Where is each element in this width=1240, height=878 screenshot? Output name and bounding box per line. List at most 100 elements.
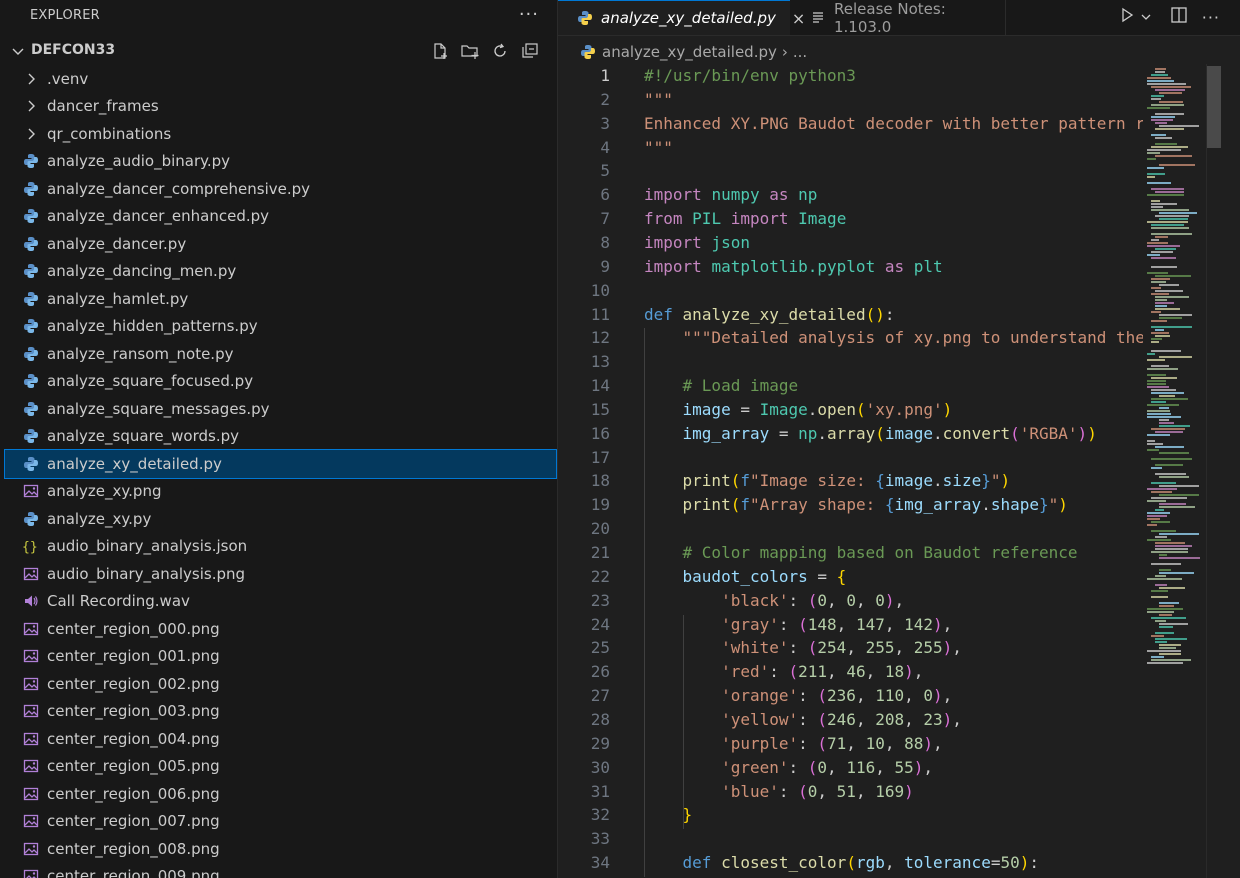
minimap-line	[1147, 80, 1174, 82]
breadcrumb-file[interactable]: analyze_xy_detailed.py	[602, 43, 777, 61]
tree-file[interactable]: analyze_dancer.py	[0, 230, 557, 258]
minimap-line	[1159, 476, 1189, 478]
tree-file[interactable]: center_region_001.png	[0, 643, 557, 671]
minimap-line	[1147, 254, 1160, 256]
tree-item-label: analyze_square_messages.py	[47, 399, 270, 418]
minimap-line	[1159, 212, 1197, 214]
minimap-line	[1151, 266, 1177, 268]
code-line: 'black': (0, 0, 0),	[721, 590, 905, 610]
tree-file[interactable]: analyze_ransom_note.py	[0, 340, 557, 368]
explorer-title: EXPLORER	[30, 8, 100, 23]
tree-item-label: .venv	[47, 69, 89, 88]
tree-file[interactable]: Call Recording.wav	[0, 588, 557, 616]
minimap-line	[1151, 119, 1173, 121]
tree-file[interactable]: center_region_004.png	[0, 725, 557, 753]
vertical-scrollbar[interactable]	[1206, 64, 1221, 878]
line-number: 30	[590, 757, 610, 777]
tree-file[interactable]: center_region_007.png	[0, 808, 557, 836]
more-actions-icon[interactable]: ···	[1202, 8, 1220, 27]
minimap-line	[1155, 548, 1188, 550]
run-icon[interactable]	[1118, 6, 1136, 28]
chevron-right-icon[interactable]	[22, 70, 40, 88]
minimap-line	[1151, 617, 1186, 619]
tree-item-label: dancer_frames	[47, 97, 159, 116]
minimap-line	[1159, 284, 1179, 286]
tab-release-notes[interactable]: Release Notes: 1.103.0	[791, 0, 1006, 36]
code-line: import numpy as np	[644, 185, 818, 205]
tree-file[interactable]: center_region_005.png	[0, 753, 557, 781]
tab-analyze-xy-detailed[interactable]: analyze_xy_detailed.py ×	[558, 0, 805, 35]
tree-file[interactable]: center_region_002.png	[0, 670, 557, 698]
chevron-down-icon[interactable]	[10, 43, 26, 59]
code-line: from PIL import Image	[644, 209, 847, 229]
minimap-line	[1147, 515, 1167, 517]
tree-file[interactable]: analyze_xy.png	[0, 478, 557, 506]
tree-file[interactable]: audio_binary_analysis.png	[0, 560, 557, 588]
explorer-more-icon[interactable]: ···	[519, 4, 539, 25]
new-folder-icon[interactable]	[461, 42, 479, 60]
minimap-line	[1159, 647, 1176, 649]
line-number: 13	[590, 352, 610, 372]
tree-file[interactable]: analyze_dancer_comprehensive.py	[0, 175, 557, 203]
minimap-line	[1159, 503, 1186, 505]
image-file-icon	[22, 840, 40, 858]
tree-file[interactable]: analyze_hamlet.py	[0, 285, 557, 313]
line-number: 18	[590, 471, 610, 491]
tree-item-label: center_region_006.png	[47, 784, 220, 803]
new-file-icon[interactable]	[431, 42, 449, 60]
breadcrumb-separator: ›	[781, 43, 788, 61]
minimap-line	[1159, 572, 1194, 574]
chevron-right-icon[interactable]	[22, 125, 40, 143]
workspace-folder-header[interactable]: DEFCON33	[0, 38, 557, 64]
tree-file[interactable]: center_region_000.png	[0, 615, 557, 643]
tree-file[interactable]: center_region_009.png	[0, 863, 557, 878]
tree-file[interactable]: analyze_dancing_men.py	[0, 258, 557, 286]
tree-file[interactable]: analyze_square_focused.py	[0, 368, 557, 396]
minimap-line	[1155, 632, 1174, 634]
minimap-line	[1147, 107, 1170, 109]
code-editor[interactable]: 1 #!/usr/bin/env python3 2 """ 3 Enhanced XY.…	[558, 64, 1143, 878]
code-line: import json	[644, 232, 750, 252]
chevron-down-icon[interactable]	[1140, 8, 1152, 27]
tree-file[interactable]: center_region_003.png	[0, 698, 557, 726]
python-file-icon	[22, 180, 40, 198]
minimap-line	[1151, 200, 1160, 202]
tab-label: Release Notes: 1.103.0	[834, 0, 946, 36]
line-number: 8	[600, 232, 610, 252]
code-line: # Load image	[682, 376, 799, 396]
minimap-line	[1155, 329, 1164, 331]
minimap[interactable]	[1143, 64, 1205, 878]
tree-file[interactable]: center_region_006.png	[0, 780, 557, 808]
minimap-line	[1151, 389, 1176, 391]
tree-folder[interactable]: .venv	[0, 65, 557, 93]
tree-folder[interactable]: dancer_frames	[0, 93, 557, 121]
minimap-line	[1159, 92, 1182, 94]
tree-file[interactable]: analyze_square_messages.py	[0, 395, 557, 423]
chevron-right-icon[interactable]	[22, 97, 40, 115]
tree-file[interactable]: analyze_audio_binary.py	[0, 148, 557, 176]
breadcrumb-symbol[interactable]: ...	[793, 43, 807, 61]
line-number: 29	[590, 733, 610, 753]
code-line: def closest_color(rgb, tolerance=50):	[682, 853, 1040, 873]
minimap-line	[1147, 245, 1180, 247]
tree-file[interactable]: analyze_dancer_enhanced.py	[0, 203, 557, 231]
tab-label: analyze_xy_detailed.py	[601, 9, 776, 27]
minimap-line	[1151, 428, 1185, 430]
tree-file[interactable]: {} audio_binary_analysis.json	[0, 533, 557, 561]
tree-file[interactable]: analyze_xy_detailed.py	[4, 449, 557, 479]
split-editor-icon[interactable]	[1170, 6, 1188, 28]
minimap-line	[1151, 350, 1181, 352]
tree-file[interactable]: analyze_xy.py	[0, 505, 557, 533]
tree-file[interactable]: center_region_008.png	[0, 835, 557, 863]
minimap-line	[1151, 146, 1188, 148]
line-number: 6	[600, 185, 610, 205]
line-number: 7	[600, 209, 610, 229]
tree-file[interactable]: analyze_hidden_patterns.py	[0, 313, 557, 341]
tree-file[interactable]: analyze_square_words.py	[0, 423, 557, 451]
collapse-all-icon[interactable]	[521, 42, 539, 60]
minimap-line	[1155, 308, 1180, 310]
refresh-icon[interactable]	[491, 42, 509, 60]
tree-item-label: center_region_007.png	[47, 812, 220, 831]
tree-folder[interactable]: qr_combinations	[0, 120, 557, 148]
scrollbar-thumb[interactable]	[1207, 66, 1221, 148]
